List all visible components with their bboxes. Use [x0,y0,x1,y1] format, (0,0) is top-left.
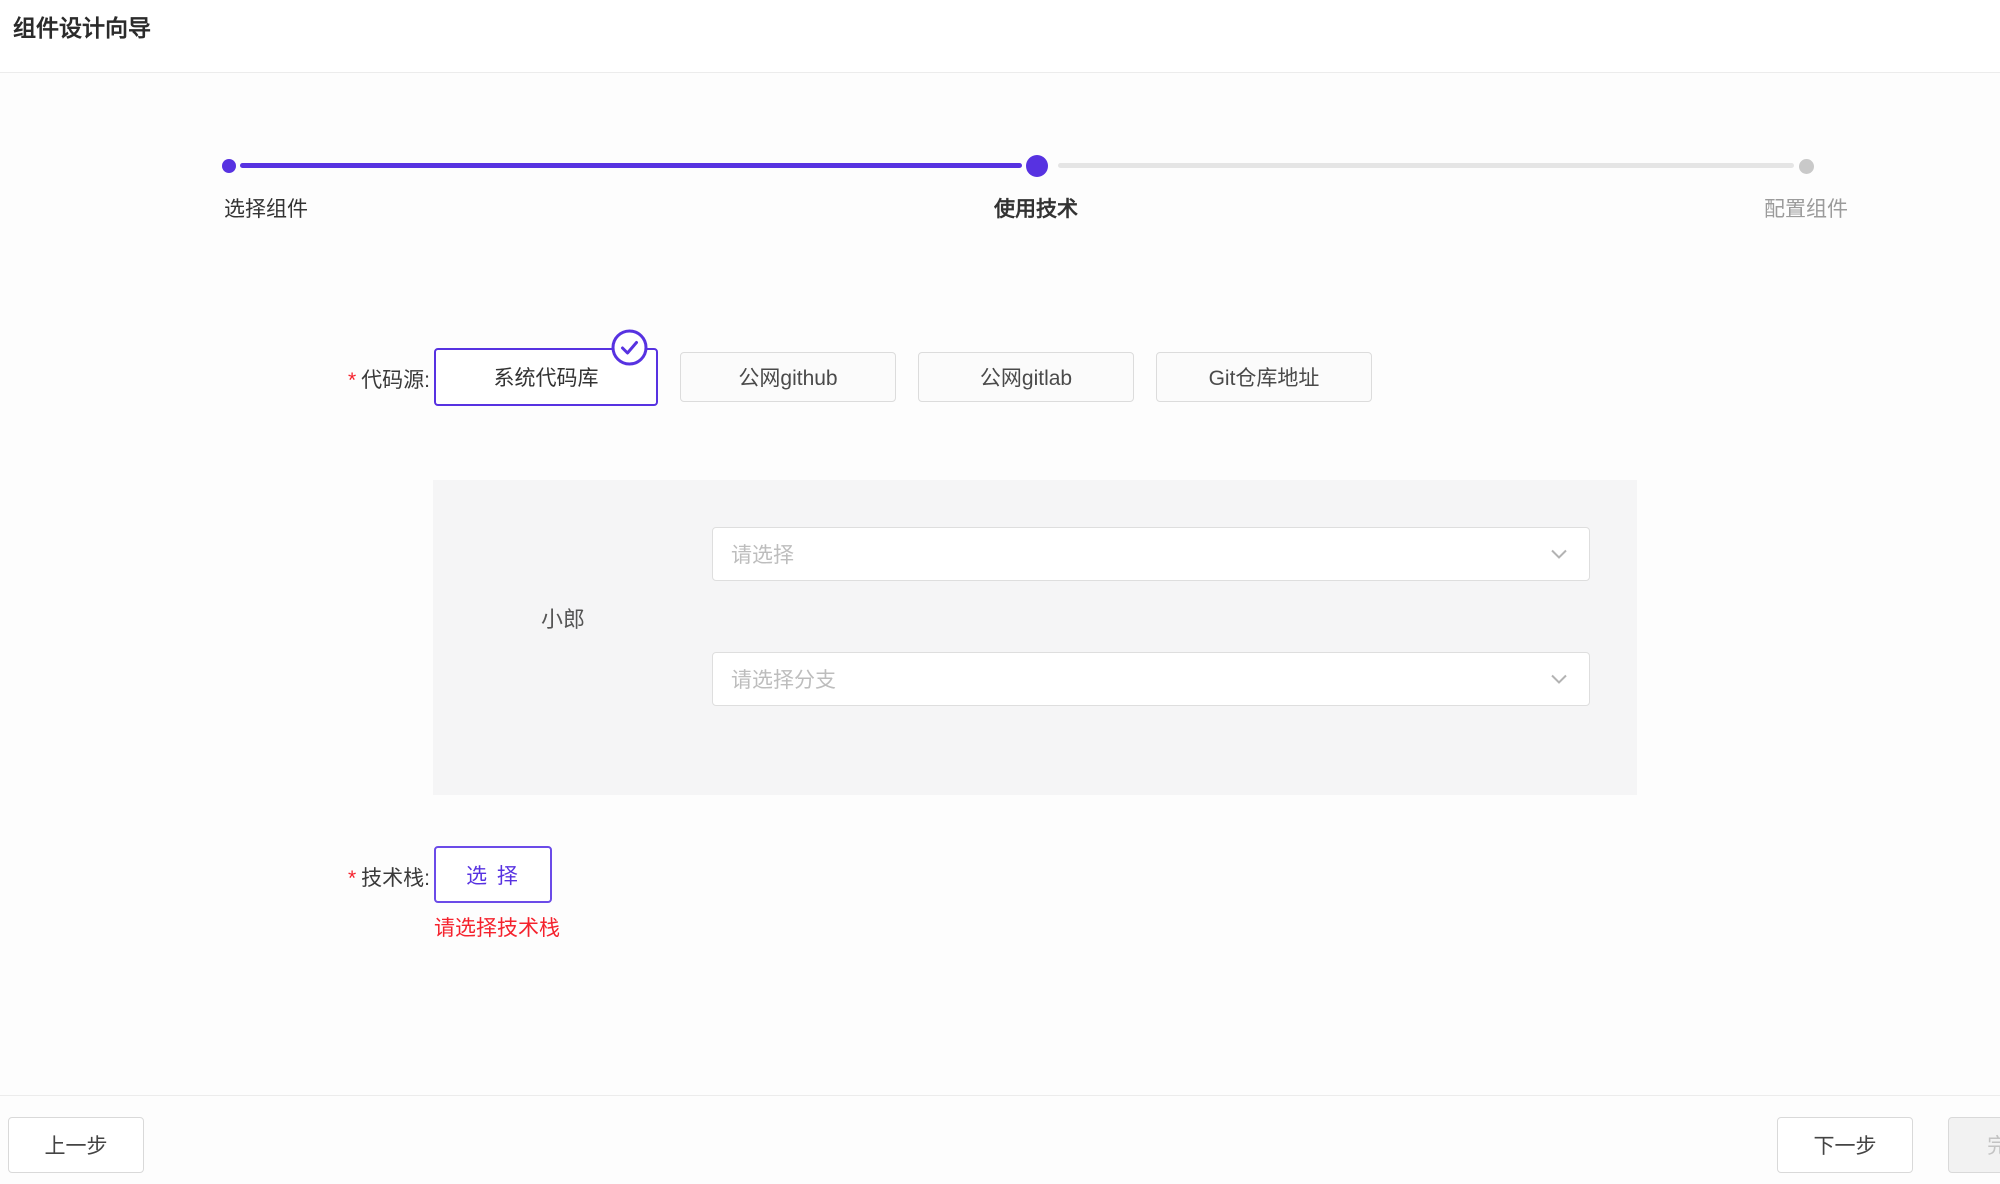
finish-button-disabled: 完 成 [1948,1117,2000,1173]
source-option-label: 系统代码库 [494,362,599,392]
repo-select-placeholder: 请选择 [731,539,1547,569]
footer-divider [0,1095,2000,1096]
step-label-select-component: 选择组件 [136,193,396,223]
code-source-label: *代码源: [170,364,430,394]
branch-select[interactable]: 请选择分支 [712,652,1590,706]
header: 组件设计向导 [0,0,2000,73]
source-option-public-gitlab[interactable]: 公网gitlab [918,352,1134,402]
source-option-git-url[interactable]: Git仓库地址 [1156,352,1372,402]
step-label-use-technology: 使用技术 [906,193,1166,223]
chevron-down-icon [1547,542,1571,566]
repo-select[interactable]: 请选择 [712,527,1590,581]
repo-owner-label: 小郎 [541,602,585,634]
required-asterisk: * [348,369,356,392]
step-label-configure-component: 配置组件 [1676,193,1936,223]
code-source-options: 系统代码库 公网github 公网gitlab Git仓库地址 [434,348,1394,406]
selected-check-icon [611,329,648,366]
step-dot-active [1026,155,1048,177]
tech-stack-select-button[interactable]: 选 择 [434,846,552,903]
step-line-pending [1058,163,1794,168]
code-source-label-text: 代码源: [361,369,430,392]
repo-selection-panel: 小郎 请选择 请选择分支 [433,480,1637,795]
tech-stack-error-message: 请选择技术栈 [434,912,560,942]
step-line-finished [240,163,1022,168]
chevron-down-icon [1547,667,1571,691]
branch-select-placeholder: 请选择分支 [731,664,1547,694]
step-dot-finished [222,159,236,173]
required-asterisk: * [348,867,356,890]
previous-step-button[interactable]: 上一步 [8,1117,144,1173]
source-option-system-repo[interactable]: 系统代码库 [434,348,658,406]
next-step-button[interactable]: 下一步 [1777,1117,1913,1173]
source-option-label: 公网gitlab [980,362,1072,392]
tech-stack-label: *技术栈: [170,862,430,892]
source-option-public-github[interactable]: 公网github [680,352,896,402]
tech-stack-label-text: 技术栈: [361,867,430,890]
source-option-label: Git仓库地址 [1209,362,1320,392]
component-design-wizard: 组件设计向导 选择组件 使用技术 配置组件 *代码源: 系统代码库 公网gith… [0,0,2000,1184]
source-option-label: 公网github [738,362,837,392]
step-dot-pending [1799,159,1814,174]
page-title: 组件设计向导 [13,9,151,43]
